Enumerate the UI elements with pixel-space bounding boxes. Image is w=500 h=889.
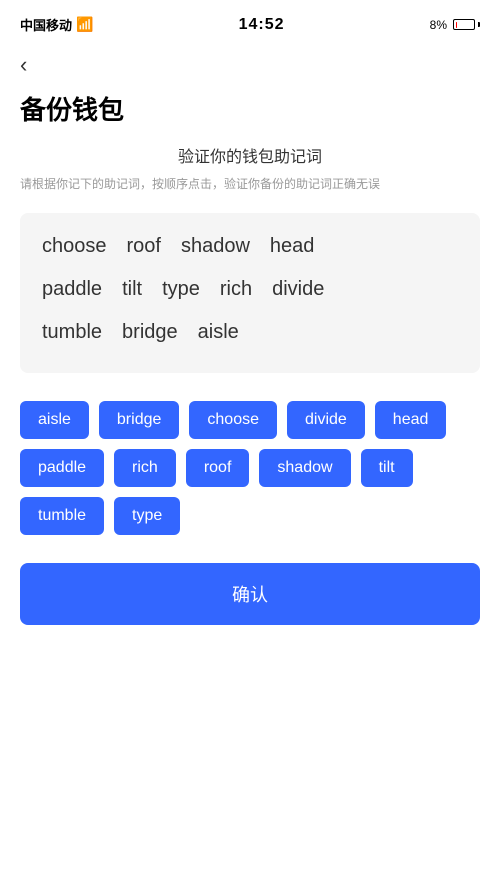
word-chip[interactable]: shadow (259, 449, 350, 487)
status-right: 8% (430, 18, 480, 32)
word-chip[interactable]: type (114, 497, 180, 535)
section-title: 验证你的钱包助记词 (20, 143, 480, 167)
display-word: rich (214, 276, 258, 303)
back-arrow-icon: ‹ (20, 52, 27, 78)
status-left: 中国移动 📶 (20, 15, 93, 34)
word-display-row-3: tumble bridge aisle (36, 319, 464, 346)
display-word: divide (266, 276, 330, 303)
word-display-row-1: choose roof shadow head (36, 233, 464, 260)
section-header: 验证你的钱包助记词 请根据你记下的助记词，按顺序点击，验证你备份的助记词正确无误 (0, 143, 500, 201)
word-chip[interactable]: head (375, 401, 447, 439)
section-description: 请根据你记下的助记词，按顺序点击，验证你备份的助记词正确无误 (20, 175, 480, 193)
status-time: 14:52 (239, 16, 285, 34)
wifi-icon: 📶 (76, 16, 93, 33)
carrier-label: 中国移动 (20, 15, 72, 34)
word-chip[interactable]: aisle (20, 401, 89, 439)
display-word: paddle (36, 276, 108, 303)
word-chips-grid: aisle bridge choose divide head paddle richroo… (20, 401, 480, 535)
display-word: type (156, 276, 206, 303)
display-word: tumble (36, 319, 108, 346)
display-word: head (264, 233, 321, 260)
display-word: roof (121, 233, 167, 260)
word-chip[interactable]: divide (287, 401, 365, 439)
display-word: aisle (192, 319, 245, 346)
word-display-row-2: paddle tilt type rich divide (36, 276, 464, 303)
word-chip[interactable]: tumble (20, 497, 104, 535)
word-chip[interactable]: tilt (361, 449, 413, 487)
word-chip[interactable]: choose (189, 401, 277, 439)
battery-percent: 8% (430, 18, 447, 32)
confirm-section: 确认 (0, 551, 500, 655)
word-chip[interactable]: roof (186, 449, 250, 487)
word-chip[interactable]: paddle (20, 449, 104, 487)
word-display-area: choose roof shadow head paddle tilt type richd… (20, 213, 480, 373)
back-button[interactable]: ‹ (0, 44, 500, 82)
display-word: tilt (116, 276, 148, 303)
display-word: choose (36, 233, 113, 260)
display-word: bridge (116, 319, 184, 346)
word-chip[interactable]: bridge (99, 401, 179, 439)
battery-icon (453, 19, 480, 30)
word-chip[interactable]: rich (114, 449, 176, 487)
display-word: shadow (175, 233, 256, 260)
word-chips-section: aisle bridge choose divide head paddle richroo… (0, 385, 500, 551)
confirm-button[interactable]: 确认 (20, 563, 480, 625)
page-title: 备份钱包 (0, 82, 500, 143)
status-bar: 中国移动 📶 14:52 8% (0, 0, 500, 44)
